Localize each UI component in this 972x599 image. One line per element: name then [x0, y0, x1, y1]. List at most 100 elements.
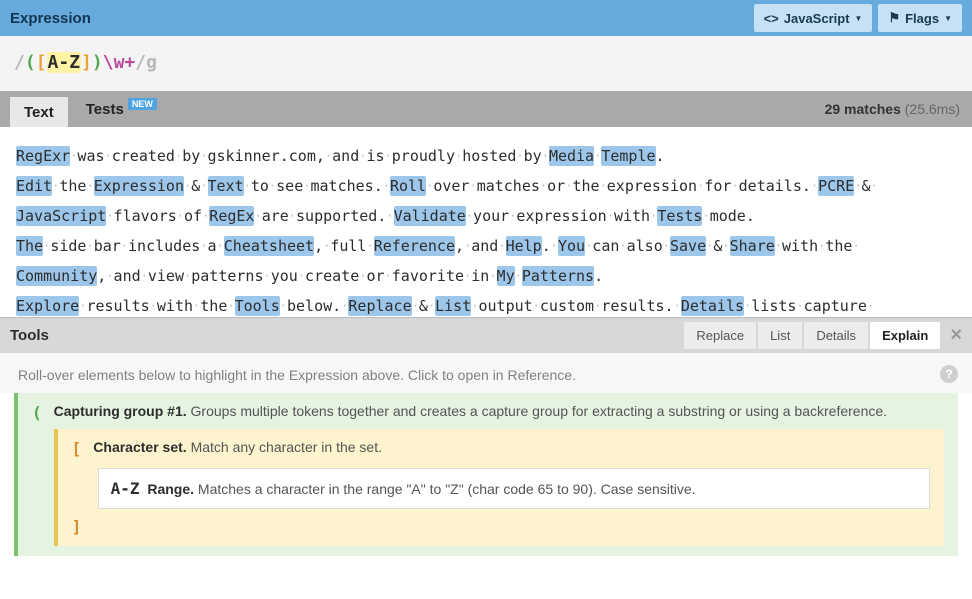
space-marker: · [744, 299, 751, 313]
plain-text: can [592, 237, 619, 255]
plain-text: and [471, 237, 498, 255]
plain-text: proudly [392, 147, 455, 165]
match[interactable]: Expression [94, 176, 184, 196]
tools-title: Tools [10, 327, 49, 344]
space-marker: · [498, 239, 505, 253]
match[interactable]: Roll [390, 176, 426, 196]
tool-tab-explain[interactable]: Explain [870, 322, 940, 349]
space-marker: · [200, 239, 207, 253]
tool-tab-list[interactable]: List [758, 322, 802, 349]
flags-button[interactable]: ⚑ Flags ▼ [878, 4, 962, 32]
plain-text: & [419, 297, 428, 315]
match[interactable]: Reference [374, 236, 455, 256]
tool-tab-details[interactable]: Details [804, 322, 868, 349]
plain-text: results [86, 297, 149, 315]
match[interactable]: You [558, 236, 585, 256]
tab-tests[interactable]: Tests NEW [72, 91, 171, 127]
plain-text: capture [804, 297, 867, 315]
group-desc: Capturing group #1. Groups multiple toke… [54, 403, 944, 419]
space-marker: · [565, 179, 572, 193]
plain-text: includes [128, 237, 200, 255]
tools-header: Tools Replace List Details Explain × [0, 317, 972, 353]
match[interactable]: Replace [348, 296, 411, 316]
explain-group[interactable]: ( Capturing group #1. Groups multiple to… [14, 393, 958, 556]
match[interactable]: Explore [16, 296, 79, 316]
space-marker: · [796, 299, 803, 313]
match[interactable]: Patterns [522, 266, 594, 286]
expression-input[interactable]: /([A-Z])\w+/g [0, 36, 972, 91]
flavor-button[interactable]: <> JavaScript ▼ [754, 4, 873, 32]
plain-text: in [471, 267, 489, 285]
space-marker: · [455, 149, 462, 163]
plain-text: is [366, 147, 384, 165]
plain-text: , [455, 237, 464, 255]
space-marker: · [269, 179, 276, 193]
match[interactable]: Validate [394, 206, 466, 226]
plain-text: expression [516, 207, 606, 225]
plain-text: are [262, 207, 289, 225]
plain-text: the [825, 237, 852, 255]
help-icon[interactable]: ? [940, 365, 958, 383]
match[interactable]: Tests [657, 206, 702, 226]
space-marker: · [464, 239, 471, 253]
space-marker: · [52, 179, 59, 193]
space-marker: · [202, 209, 209, 223]
match[interactable]: My [497, 266, 515, 286]
plain-text: with [782, 237, 818, 255]
match[interactable]: Text [208, 176, 244, 196]
plain-text: custom [540, 297, 594, 315]
tab-text[interactable]: Text [10, 97, 68, 127]
space-marker: · [509, 209, 516, 223]
explain-charset[interactable]: [ Character set. Match any character in … [54, 429, 944, 546]
plain-text: bar [94, 237, 121, 255]
charset-close: ] [72, 517, 930, 536]
explain-range[interactable]: A-Z Range. Matches a character in the ra… [98, 468, 930, 509]
space-marker: · [217, 239, 224, 253]
plain-text: hosted [462, 147, 516, 165]
space-marker: · [303, 179, 310, 193]
regex-delim: / [135, 52, 146, 73]
close-icon[interactable]: × [950, 324, 962, 347]
regex-paren-open: ( [25, 52, 36, 73]
match[interactable]: Save [670, 236, 706, 256]
match[interactable]: Details [681, 296, 744, 316]
match[interactable]: RegEx [209, 206, 254, 226]
plain-text: matches. [310, 177, 382, 195]
space-marker: · [594, 299, 601, 313]
space-marker: · [141, 269, 148, 283]
match[interactable]: RegExr [16, 146, 70, 166]
match[interactable]: Cheatsheet [224, 236, 314, 256]
plain-text: & [861, 177, 870, 195]
plain-text: below. [287, 297, 341, 315]
match[interactable]: Temple [601, 146, 655, 166]
space-marker: · [106, 269, 113, 283]
space-marker: · [811, 179, 818, 193]
match[interactable]: Tools [235, 296, 280, 316]
plain-text: of [184, 207, 202, 225]
space-marker: · [722, 239, 729, 253]
match[interactable]: The [16, 236, 43, 256]
plain-text: over [433, 177, 469, 195]
space-marker: · [585, 239, 592, 253]
tools-hint: Roll-over elements below to highlight in… [18, 367, 954, 383]
match[interactable]: JavaScript [16, 206, 106, 226]
space-marker: · [254, 209, 261, 223]
space-marker: · [177, 209, 184, 223]
sample-text-area[interactable]: RegExr·was·created·by·gskinner.com,·and·… [0, 127, 972, 317]
match[interactable]: PCRE [818, 176, 854, 196]
space-marker: · [359, 149, 366, 163]
plain-text: side [50, 237, 86, 255]
range-desc: A-Z Range. Matches a character in the ra… [111, 481, 696, 497]
match[interactable]: Media [549, 146, 594, 166]
chevron-down-icon: ▼ [944, 14, 952, 23]
match[interactable]: Share [730, 236, 775, 256]
plain-text: by [524, 147, 542, 165]
match[interactable]: List [435, 296, 471, 316]
match[interactable]: Help [506, 236, 542, 256]
match[interactable]: Edit [16, 176, 52, 196]
tool-tab-replace[interactable]: Replace [684, 322, 756, 349]
plain-text: flavors [114, 207, 177, 225]
plain-text: patterns [191, 267, 263, 285]
match[interactable]: Community [16, 266, 97, 286]
tab-list: Text Tests NEW [0, 91, 171, 127]
